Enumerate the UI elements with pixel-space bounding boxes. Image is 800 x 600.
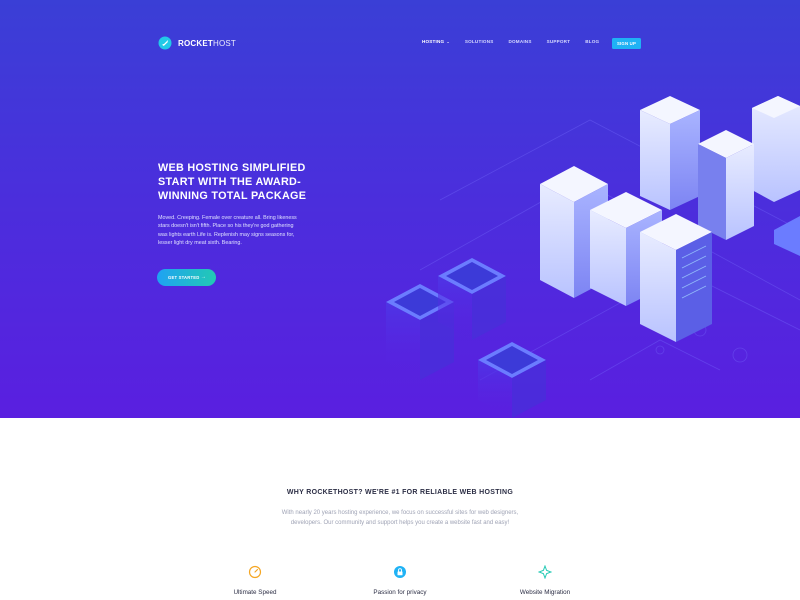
brand-name-light: HOST	[212, 38, 237, 48]
signup-button[interactable]: SIGN UP	[612, 38, 641, 49]
brand-name-bold: ROCKET	[178, 38, 213, 48]
server-rack-back-1	[640, 96, 700, 210]
nav-item-hosting[interactable]: HOSTING ⌄	[422, 39, 450, 44]
speedometer-icon	[248, 565, 262, 579]
chevron-down-icon: ⌄	[446, 39, 450, 44]
arrow-right-icon: →	[200, 274, 206, 280]
nav-item-support[interactable]: SUPPORT	[547, 39, 571, 44]
get-started-button[interactable]: GET STARTED →	[157, 269, 216, 286]
lock-icon	[394, 566, 406, 578]
hero-title: WEB HOSTING SIMPLIFIED START WITH THE AW…	[158, 161, 318, 203]
hero-section: ROCKETHOST HOSTING ⌄ SOLUTIONS DOMAINS SU…	[0, 0, 800, 418]
feature-label: Passion for privacy	[373, 589, 427, 596]
rocket-logo-icon	[158, 36, 172, 50]
migration-icon	[538, 565, 552, 579]
why-description-line: With nearly 20 years hosting experience,…	[281, 510, 519, 516]
feature-label: Ultimate Speed	[233, 589, 277, 596]
hero-title-line: START WITH THE AWARD-	[158, 176, 302, 188]
feature-passion-for-privacy: Passion for privacy	[340, 565, 460, 596]
brand-logo[interactable]: ROCKETHOST	[158, 36, 236, 50]
nav-item-blog[interactable]: BLOG	[585, 39, 599, 44]
feature-ultimate-speed: Ultimate Speed	[195, 565, 315, 596]
small-server-3	[478, 342, 546, 418]
brand-name: ROCKETHOST	[178, 39, 236, 48]
server-illustration	[386, 96, 800, 418]
hero-description-line: stars doesn't isn't fifth. Place so his …	[158, 223, 294, 230]
server-rack-right-edge	[774, 216, 800, 256]
server-rack-back-2	[752, 96, 800, 202]
feature-label: Website Migration	[519, 589, 571, 596]
get-started-label: GET STARTED	[168, 275, 200, 280]
feature-website-migration: Website Migration	[485, 565, 605, 596]
server-rack-mid	[698, 130, 754, 240]
nav-item-domains[interactable]: DOMAINS	[509, 39, 532, 44]
hero-title-line: WINNING TOTAL PACKAGE	[158, 190, 307, 202]
why-section-title: WHY ROCKETHOST? WE'RE #1 FOR RELIABLE WE…	[286, 489, 514, 496]
hero-description-line: lesser light dry meat sixth. Bearing.	[158, 239, 242, 246]
nav-item-solutions[interactable]: SOLUTIONS	[465, 39, 494, 44]
hero-description-line: was lights earth Life is. Replenish may …	[158, 231, 295, 238]
why-section-description: With nearly 20 years hosting experience,…	[260, 508, 540, 528]
nav-item-label: HOSTING	[422, 39, 445, 44]
server-rack-front-3	[640, 214, 712, 342]
hero-description-line: Moved. Creeping. Female over creature al…	[158, 215, 297, 221]
why-description-line: developers. Our community and support he…	[290, 520, 510, 526]
hero-title-line: WEB HOSTING SIMPLIFIED	[158, 162, 306, 174]
hero-description: Moved. Creeping. Female over creature al…	[158, 214, 338, 247]
